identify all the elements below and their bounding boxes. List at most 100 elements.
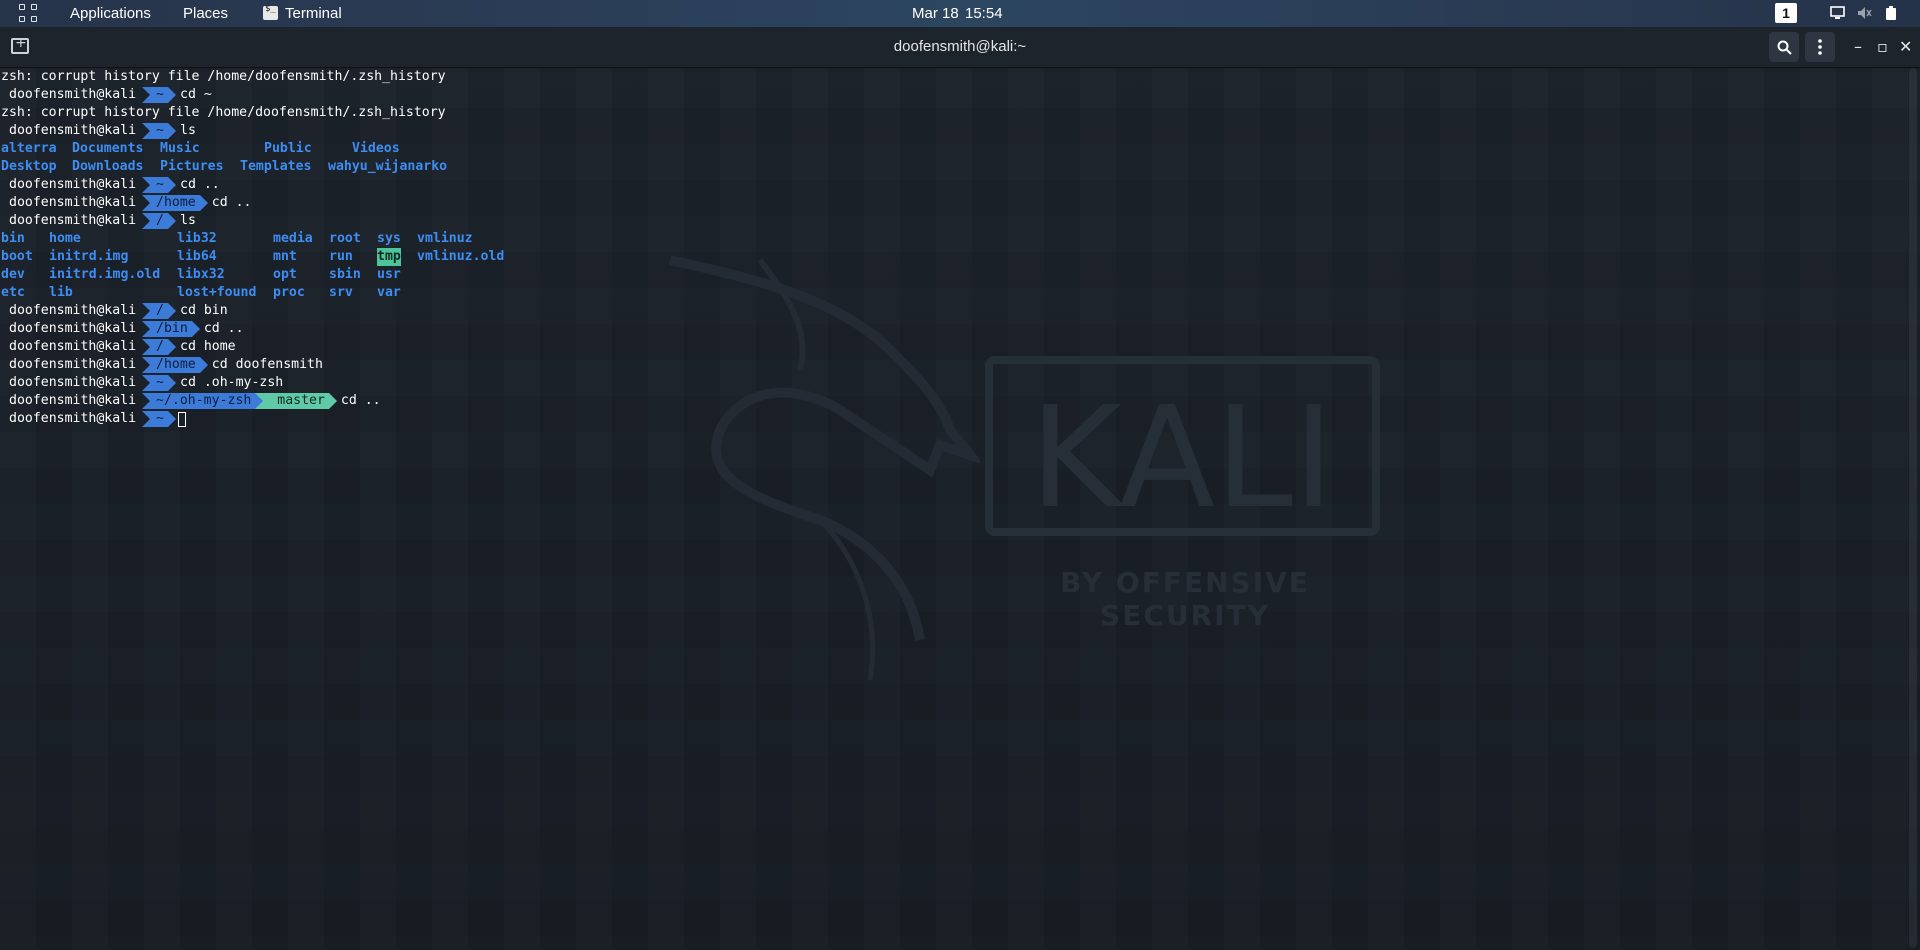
dir-entry: dev <box>1 267 25 282</box>
command-text: ls <box>180 123 196 138</box>
app-grid-icon[interactable] <box>19 4 38 23</box>
terminal-scrollbar[interactable] <box>1909 68 1917 948</box>
command-text: cd .. <box>203 321 244 336</box>
prompt-dir: ~ <box>142 177 176 193</box>
prompt-dir: / <box>142 339 176 355</box>
dir-entry: Public <box>264 141 312 156</box>
dir-entry: root <box>329 231 361 246</box>
prompt-dir: ~ <box>142 375 176 391</box>
battery-icon[interactable] <box>1885 6 1897 20</box>
prompt-user: doofensmith@kali <box>9 195 137 210</box>
dir-entry: etc <box>1 285 25 300</box>
scrollbar-thumb[interactable] <box>1909 68 1917 948</box>
prompt-user: doofensmith@kali <box>9 411 137 426</box>
command-text: cd .. <box>211 195 252 210</box>
prompt-line: doofensmith@kali ~ cd ~ <box>1 86 1901 104</box>
git-branch-name: master <box>277 393 325 408</box>
dir-entry: initrd.img <box>49 249 129 264</box>
places-menu[interactable]: Places <box>183 0 228 27</box>
prompt-dir: ~/.oh-my-zsh <box>142 393 256 409</box>
command-text: cd bin <box>180 303 228 318</box>
prompt-line: doofensmith@kali ~/.oh-my-zsh master cd .. <box>1 392 1901 410</box>
window-title: doofensmith@kali:~ <box>893 38 1027 55</box>
display-icon[interactable] <box>1830 6 1845 20</box>
prompt-line: doofensmith@kali ~ <box>1 410 1901 428</box>
command-text: cd ~ <box>180 87 212 102</box>
menu-button[interactable] <box>1805 32 1835 62</box>
dir-entry: Templates <box>240 159 312 174</box>
dir-entry: alterra <box>1 141 57 156</box>
tmp-entry-wrap: tmp <box>377 248 417 266</box>
dir-entry: usr <box>377 267 401 282</box>
command-text: cd .. <box>340 393 381 408</box>
ls-output-line: etc lib lost+found proc srv var <box>1 284 1901 302</box>
dir-entry: media <box>273 231 313 246</box>
applications-menu[interactable]: Applications <box>70 0 151 27</box>
dir-entry: run <box>329 249 353 264</box>
dir-entry: boot <box>1 249 33 264</box>
prompt-dir: / <box>142 303 176 319</box>
prompt-user: doofensmith@kali <box>9 375 137 390</box>
terminal-output[interactable]: zsh: corrupt history file /home/doofensm… <box>1 68 1901 948</box>
search-button[interactable] <box>1769 32 1799 62</box>
maximize-button[interactable]: ▫ <box>1877 37 1888 57</box>
dir-entry: srv <box>329 285 353 300</box>
dir-entry: Videos <box>352 141 400 156</box>
command-text: cd .oh-my-zsh <box>180 375 284 390</box>
dir-entry: wahyu_wijanarko <box>328 159 448 174</box>
ls-output-line: boot initrd.img lib64 mnt run tmp vmlinuz.old <box>1 248 1901 266</box>
prompt-dir: / <box>142 213 176 229</box>
prompt-dir: /bin <box>142 321 200 337</box>
prompt-user: doofensmith@kali <box>9 123 137 138</box>
tmp-dir-entry: tmp <box>377 248 401 266</box>
dir-entry: Downloads <box>72 159 144 174</box>
dir-entry: Music <box>160 141 200 156</box>
prompt-user: doofensmith@kali <box>9 213 137 228</box>
terminal-app-menu[interactable]: Terminal <box>285 0 342 27</box>
workspace-indicator[interactable]: 1 <box>1775 3 1797 23</box>
dir-entry: lib64 <box>177 249 217 264</box>
dir-entry: lost+found <box>177 285 257 300</box>
prompt-line: doofensmith@kali / cd bin <box>1 302 1901 320</box>
dir-entry: opt <box>273 267 297 282</box>
dir-entry: var <box>377 285 401 300</box>
search-icon <box>1777 40 1792 55</box>
command-text: cd doofensmith <box>211 357 323 372</box>
terminal-titlebar: doofensmith@kali:~ – ▫ ✕ <box>0 27 1920 68</box>
prompt-dir: ~ <box>142 411 176 427</box>
close-button[interactable]: ✕ <box>1899 37 1912 57</box>
dir-entry: proc <box>273 285 305 300</box>
dir-entry: bin <box>1 231 25 246</box>
command-text: cd home <box>180 339 236 354</box>
dir-entry: libx32 <box>177 267 225 282</box>
prompt-user: doofensmith@kali <box>9 357 137 372</box>
minimize-button[interactable]: – <box>1854 37 1862 57</box>
ls-output-line: dev initrd.img.old libx32 opt sbin usr <box>1 266 1901 284</box>
prompt-dir: ~ <box>142 87 176 103</box>
prompt-dir: /home <box>142 195 208 211</box>
volume-muted-icon[interactable] <box>1857 6 1872 20</box>
dir-entry: sbin <box>329 267 361 282</box>
history-warning-line: zsh: corrupt history file /home/doofensm… <box>1 105 446 120</box>
prompt-line: doofensmith@kali / ls <box>1 212 1901 230</box>
kebab-menu-icon <box>1818 39 1822 55</box>
terminal-app-icon: $_ <box>263 4 278 20</box>
dir-entry: initrd.img.old <box>49 267 161 282</box>
prompt-line: doofensmith@kali/home cd .. <box>1 194 1901 212</box>
dir-entry: Desktop <box>1 159 57 174</box>
git-branch-segment: master <box>255 393 337 409</box>
clock-date[interactable]: Mar 18 <box>912 0 959 27</box>
dir-entry: vmlinuz.old <box>417 249 505 264</box>
command-text: cd .. <box>180 177 220 192</box>
prompt-user: doofensmith@kali <box>9 393 137 408</box>
dir-entry: Pictures <box>160 159 224 174</box>
prompt-user: doofensmith@kali <box>9 303 137 318</box>
top-panel: Applications Places $_ Terminal Mar 18 1… <box>0 0 1920 27</box>
prompt-line: doofensmith@kali/bin cd .. <box>1 320 1901 338</box>
clock-time[interactable]: 15:54 <box>965 0 1003 27</box>
history-warning-line: zsh: corrupt history file /home/doofensm… <box>1 69 446 84</box>
dir-entry: mnt <box>273 249 297 264</box>
dir-entry: lib32 <box>177 231 217 246</box>
ls-output-line: Desktop Downloads Pictures Templates wahyu_w… <box>1 158 1901 176</box>
prompt-user: doofensmith@kali <box>9 177 137 192</box>
